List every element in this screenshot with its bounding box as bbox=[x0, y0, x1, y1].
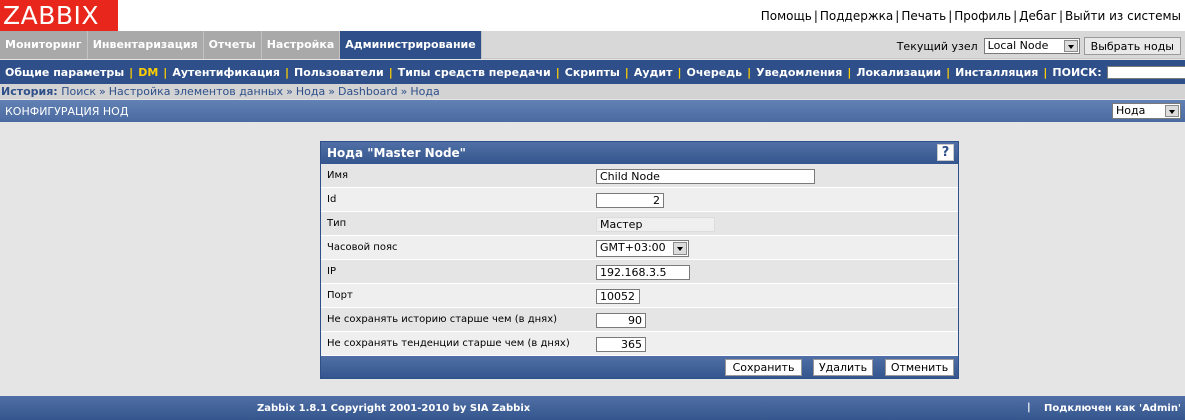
port-field[interactable]: 10052 bbox=[596, 289, 640, 304]
cancel-button[interactable]: Отменить bbox=[885, 359, 954, 376]
double-arrow-icon: » bbox=[99, 85, 106, 98]
page: ZABBIX Помощь | Поддержка | Печать | Профиль | Д… bbox=[0, 0, 1185, 420]
submenu-media-types[interactable]: Типы средств передачи bbox=[393, 66, 556, 79]
form-row-history: Не сохранять историю старше чем (в днях)… bbox=[321, 308, 958, 332]
field-label: Порт bbox=[327, 290, 353, 301]
main-menu-items: Мониторинг Инвентаризация Отчеты Настрой… bbox=[0, 31, 482, 59]
connected-user: Подключен как 'Admin' bbox=[1044, 403, 1181, 414]
form-row-ip: IP 192.168.3.5 bbox=[321, 260, 958, 284]
print-link[interactable]: Печать bbox=[901, 9, 946, 23]
divider: | bbox=[1013, 9, 1018, 23]
history-link[interactable]: Dashboard bbox=[338, 85, 398, 98]
menu-reports[interactable]: Отчеты bbox=[203, 31, 262, 59]
submenu-queue[interactable]: Очередь bbox=[682, 66, 748, 79]
ip-field[interactable]: 192.168.3.5 bbox=[596, 265, 690, 280]
chevron-down-icon bbox=[1165, 105, 1179, 117]
form-row-trends: Не сохранять тенденции старше чем (в дня… bbox=[321, 332, 958, 356]
trends-days-field[interactable]: 365 bbox=[596, 337, 646, 352]
submenu-installation[interactable]: Инсталляция bbox=[950, 66, 1043, 79]
node-select-area: Текущий узел Local Node Выбрать ноды bbox=[897, 37, 1181, 55]
form-row-type: Тип Мастер bbox=[321, 212, 958, 236]
select-nodes-button[interactable]: Выбрать ноды bbox=[1083, 37, 1181, 55]
submenu-audit[interactable]: Аудит bbox=[629, 66, 678, 79]
field-label: Тип bbox=[327, 218, 347, 229]
history-days-field[interactable]: 90 bbox=[596, 313, 646, 328]
form-row-name: Имя Child Node bbox=[321, 164, 958, 188]
copyright-text: Zabbix 1.8.1 Copyright 2001-2010 by SIA … bbox=[257, 403, 531, 414]
timezone-value: GMT+03:00 bbox=[600, 241, 666, 254]
page-title-bar: КОНФИГУРАЦИЯ НОД Нода bbox=[0, 100, 1185, 122]
submenu-scripts[interactable]: Скрипты bbox=[560, 66, 625, 79]
chevron-down-icon bbox=[673, 242, 687, 255]
divider: | bbox=[1027, 402, 1031, 413]
top-links: Помощь | Поддержка | Печать | Профиль | Дебаг | Вы… bbox=[761, 9, 1181, 23]
breadcrumb: История: Поиск» Настройка элементов данны… bbox=[0, 84, 1185, 99]
help-icon[interactable]: ? bbox=[937, 144, 954, 161]
history-link[interactable]: Настройка элементов данных bbox=[109, 85, 283, 98]
field-label: Часовой пояс bbox=[327, 242, 398, 253]
chevron-down-icon bbox=[1063, 40, 1078, 52]
history-link[interactable]: Нода bbox=[410, 85, 439, 98]
double-arrow-icon: » bbox=[400, 85, 408, 98]
delete-button[interactable]: Удалить bbox=[813, 359, 873, 376]
field-label: Имя bbox=[327, 170, 349, 181]
current-node-select[interactable]: Local Node bbox=[983, 38, 1080, 54]
name-field[interactable]: Child Node bbox=[596, 169, 815, 184]
menu-configuration[interactable]: Настройка bbox=[261, 31, 341, 59]
debug-link[interactable]: Дебаг bbox=[1019, 9, 1057, 23]
submenu-authentication[interactable]: Аутентификация bbox=[167, 66, 285, 79]
double-arrow-icon: » bbox=[328, 85, 335, 98]
menu-inventory[interactable]: Инвентаризация bbox=[87, 31, 204, 59]
menu-monitoring[interactable]: Мониторинг bbox=[0, 31, 88, 59]
node-form: Нода "Master Node" ? Имя Child Node Id 2… bbox=[320, 141, 959, 379]
submenu-users[interactable]: Пользователи bbox=[289, 66, 389, 79]
search-label: ПОИСК: bbox=[1052, 65, 1102, 79]
field-label: Не сохранять тенденции старше чем (в дня… bbox=[327, 338, 570, 349]
form-title: Нода "Master Node" bbox=[327, 146, 466, 160]
submenu-locales[interactable]: Локализации bbox=[851, 66, 946, 79]
field-label: IP bbox=[327, 266, 336, 277]
header: ZABBIX Помощь | Поддержка | Печать | Профиль | Д… bbox=[0, 0, 1185, 31]
timezone-select[interactable]: GMT+03:00 bbox=[596, 240, 689, 257]
id-field[interactable]: 2 bbox=[596, 193, 664, 208]
divider: | bbox=[813, 9, 818, 23]
sub-menu: Общие параметры | DM | Аутентификация | Пол… bbox=[0, 60, 1185, 84]
history-link[interactable]: Поиск bbox=[61, 85, 96, 98]
help-link[interactable]: Помощь bbox=[761, 9, 812, 23]
form-footer: Сохранить Удалить Отменить bbox=[321, 356, 958, 378]
config-type-value: Нода bbox=[1116, 104, 1146, 117]
current-node-label: Текущий узел bbox=[896, 39, 978, 53]
form-row-id: Id 2 bbox=[321, 188, 958, 212]
main-menu: Мониторинг Инвентаризация Отчеты Настрой… bbox=[0, 31, 1185, 59]
field-label: Id bbox=[327, 194, 337, 205]
menu-administration[interactable]: Администрирование bbox=[340, 31, 482, 59]
support-link[interactable]: Поддержка bbox=[820, 9, 893, 23]
zabbix-logo[interactable]: ZABBIX bbox=[0, 0, 118, 31]
form-row-timezone: Часовой пояс GMT+03:00 bbox=[321, 236, 958, 260]
submenu-general[interactable]: Общие параметры bbox=[0, 66, 129, 79]
form-header: Нода "Master Node" ? bbox=[321, 142, 958, 164]
save-button[interactable]: Сохранить bbox=[725, 359, 802, 376]
current-node-value: Local Node bbox=[987, 39, 1049, 52]
history-label: История: bbox=[1, 85, 58, 98]
config-type-select[interactable]: Нода bbox=[1112, 103, 1181, 119]
type-field: Мастер bbox=[596, 217, 715, 232]
double-arrow-icon: » bbox=[286, 85, 293, 98]
field-label: Не сохранять историю старше чем (в днях) bbox=[327, 314, 558, 325]
divider: | bbox=[1058, 9, 1063, 23]
history-link[interactable]: Нода bbox=[296, 85, 325, 98]
form-row-port: Порт 10052 bbox=[321, 284, 958, 308]
search-input[interactable] bbox=[1106, 65, 1185, 79]
footer: Zabbix 1.8.1 Copyright 2001-2010 by SIA … bbox=[0, 396, 1185, 420]
submenu-notifications[interactable]: Уведомления bbox=[751, 66, 847, 79]
logout-link[interactable]: Выйти из системы bbox=[1065, 9, 1181, 23]
profile-link[interactable]: Профиль bbox=[954, 9, 1011, 23]
page-title: КОНФИГУРАЦИЯ НОД bbox=[5, 105, 129, 118]
submenu-dm[interactable]: DM bbox=[133, 66, 163, 79]
